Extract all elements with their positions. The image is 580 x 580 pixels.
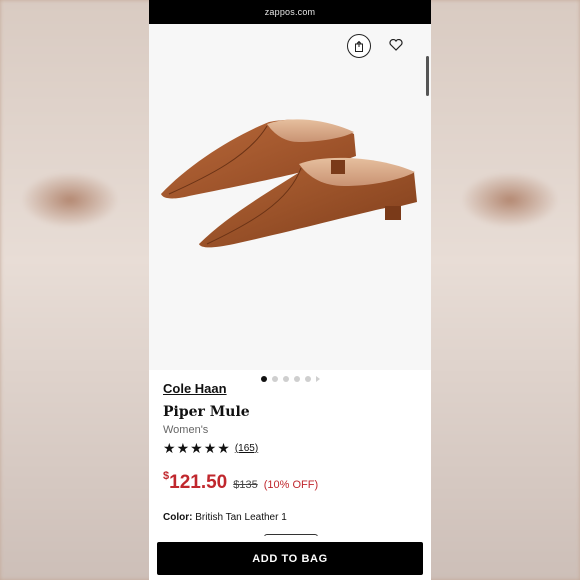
color-label: Color: xyxy=(163,512,193,523)
price-currency: $ xyxy=(163,470,170,482)
original-price: $135 xyxy=(233,479,258,491)
add-to-bag-button[interactable]: ADD TO BAG xyxy=(157,542,423,575)
product-gender: Women's xyxy=(163,424,209,436)
star-icon: ★ xyxy=(176,440,190,456)
product-image-area xyxy=(149,24,431,382)
star-icon: ★ xyxy=(203,440,217,456)
star-icon: ★ xyxy=(217,440,230,456)
star-icon: ★ xyxy=(190,440,203,456)
product-info: Cole Haan Piper Mule Women's ★ ★ ★ ★ ★ (… xyxy=(163,380,423,523)
share-button[interactable] xyxy=(347,34,371,58)
url-text: zappos.com xyxy=(264,7,316,17)
color-value: British Tan Leather 1 xyxy=(195,512,287,523)
color-selector-label: Color: British Tan Leather 1 xyxy=(163,512,423,523)
discount-badge: (10% OFF) xyxy=(263,479,319,491)
heart-icon xyxy=(389,39,403,51)
favorite-button[interactable] xyxy=(385,34,407,56)
product-title: Piper Mule xyxy=(163,404,250,420)
share-icon xyxy=(355,40,363,52)
price-row: $121.50 $135 (10% OFF) xyxy=(163,470,423,494)
product-image[interactable] xyxy=(149,94,431,264)
sale-price: $121.50 xyxy=(163,470,228,494)
review-count-link[interactable]: (165) xyxy=(235,443,258,454)
rating[interactable]: ★ ★ ★ ★ ★ (165) xyxy=(163,441,423,455)
browser-url-bar[interactable]: zappos.com xyxy=(149,0,431,24)
price-amount: 121.50 xyxy=(169,472,228,493)
phone-screen: zappos.com Cole Haan Piper Mule Women's … xyxy=(149,0,431,580)
brand-link[interactable]: Cole Haan xyxy=(163,381,227,396)
star-icon: ★ xyxy=(163,440,176,456)
scrollbar[interactable] xyxy=(426,56,429,96)
